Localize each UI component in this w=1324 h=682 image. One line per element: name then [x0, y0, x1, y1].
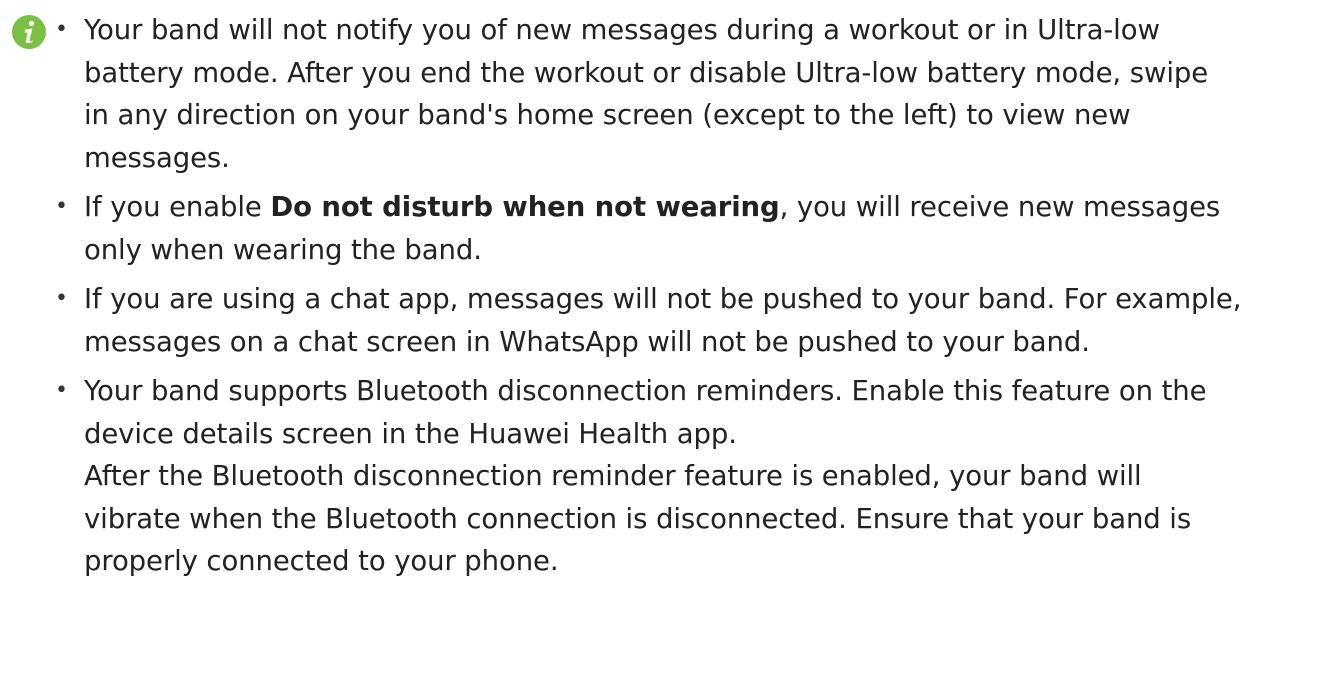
- bullet-text-line: properly connected to your phone.: [84, 545, 559, 577]
- bullet-text-prefix: If you enable: [84, 191, 271, 223]
- setting-name-do-not-disturb: Do not disturb when not wearing: [270, 191, 780, 223]
- info-icon: [12, 15, 46, 49]
- bullet-text-line: vibrate when the Bluetooth connection is…: [84, 502, 1192, 535]
- bullet-text-line: After the Bluetooth disconnection remind…: [84, 460, 1142, 492]
- bullet-text-line: messages.: [84, 141, 230, 174]
- bullet-text-suffix: , you will receive new messages: [779, 191, 1221, 223]
- bullet-text-line: If you are using a chat app, messages wi…: [84, 283, 1242, 315]
- bullet-marker: •: [55, 194, 68, 219]
- bullet-item: • Your band will not notify you of new m…: [50, 0, 1320, 179]
- bullet-marker: •: [55, 378, 68, 403]
- bullet-text-line: messages on a chat screen in WhatsApp wi…: [84, 325, 1090, 358]
- bullet-text-line: If you enable Do not disturb when not we…: [84, 186, 1320, 229]
- note-bullet-list: • Your band will not notify you of new m…: [50, 0, 1320, 583]
- bullet-text-line: in any direction on your band's home scr…: [84, 99, 1131, 131]
- bullet-text-line: Your band will not notify you of new mes…: [84, 14, 1160, 46]
- bullet-text-line: only when wearing the band.: [84, 233, 482, 266]
- bullet-marker: •: [55, 286, 68, 311]
- note-block: • Your band will not notify you of new m…: [0, 0, 1324, 682]
- bullet-text-line: Your band supports Bluetooth disconnecti…: [84, 375, 1207, 407]
- bullet-text-line: battery mode. After you end the workout …: [84, 56, 1209, 89]
- bullet-item: • If you enable Do not disturb when not …: [50, 186, 1320, 271]
- bullet-marker: •: [55, 17, 68, 42]
- bullet-item: • If you are using a chat app, messages …: [50, 278, 1320, 363]
- bullet-item: • Your band supports Bluetooth disconnec…: [50, 370, 1320, 583]
- bullet-text-line: device details screen in the Huawei Heal…: [84, 417, 737, 450]
